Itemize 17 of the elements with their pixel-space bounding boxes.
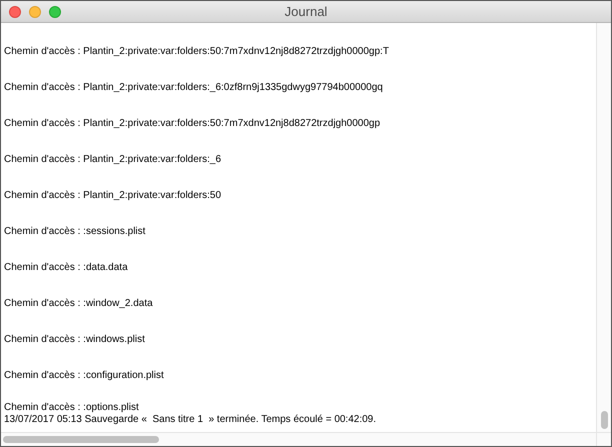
vertical-scrollbar[interactable] <box>596 23 611 432</box>
log-line: Chemin d'accès : :sessions.plist <box>4 226 146 238</box>
log-line: Chemin d'accès : Plantin_2:private:var:folders:50:7m7xdnv12nj8d8272trzdjgh0000gp <box>4 118 380 130</box>
log-line: 13/07/2017 05:13 Sauvegarde « Sans titre 1 » terminée. Temps écoulé = 00:42:09. <box>4 414 378 426</box>
log-line: Chemin d'accès : Plantin_2:private:var:folders:50:7m7xdnv12nj8d8272trzdjgh0000gp:T <box>4 46 389 58</box>
log-line: Chemin d'accès : Plantin_2:private:var:folders:_6 <box>4 154 222 166</box>
log-line: Chemin d'accès : :windows.plist <box>4 334 145 346</box>
log-line: Chemin d'accès : :window_2.data <box>4 298 153 310</box>
zoom-button[interactable] <box>49 6 61 18</box>
window-title: Journal <box>284 2 328 21</box>
log-line: Chemin d'accès : Plantin_2:private:var:folders:_6:0zf8rn9j1335gdwyg97794b00000gq <box>4 82 383 94</box>
minimize-button[interactable] <box>29 6 41 18</box>
log-line: Chemin d'accès : Plantin_2:private:var:folders:50 <box>4 190 222 202</box>
log-line: Chemin d'accès : :data.data <box>4 262 128 274</box>
log-line: Chemin d'accès : :options.plist <box>4 402 139 414</box>
close-button[interactable] <box>9 6 21 18</box>
log-line: Chemin d'accès : :configuration.plist <box>4 370 164 382</box>
